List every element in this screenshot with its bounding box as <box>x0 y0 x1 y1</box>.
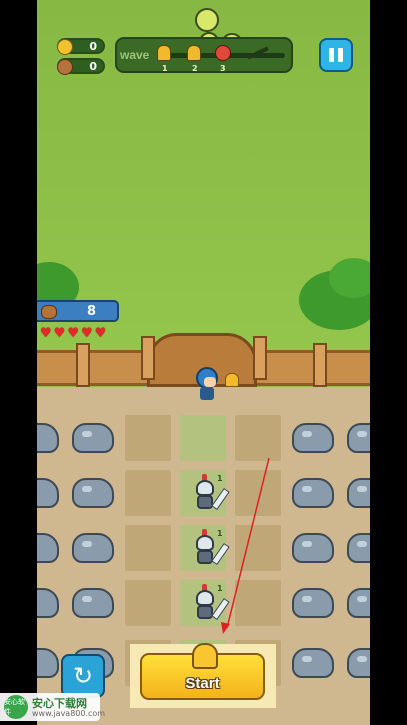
rock-obstacle <box>347 648 370 678</box>
enemy-slime <box>195 8 219 32</box>
knight-level: 1 <box>217 474 223 483</box>
knight-level: 1 <box>217 529 223 538</box>
fence-post <box>313 343 327 387</box>
rock-obstacle <box>292 648 334 678</box>
hero-character <box>195 367 221 401</box>
bell-icon <box>225 373 239 387</box>
board-tile[interactable] <box>235 415 281 461</box>
board-tile[interactable] <box>235 470 281 516</box>
board-tile[interactable] <box>125 415 171 461</box>
rock-obstacle <box>292 588 334 618</box>
bell-icon <box>192 643 218 669</box>
board-tile[interactable] <box>180 415 226 461</box>
coin-icon <box>57 39 73 55</box>
boss-icon <box>215 45 231 61</box>
coin-count: 0 <box>89 39 97 53</box>
rock-obstacle <box>292 423 334 453</box>
heart-icon: ♥ <box>53 326 66 341</box>
game-view: 0 0 wave 1 2 3 8 ♥ ♥ ♥ ♥ ♥ 1 1 1 ↻ Start <box>37 0 370 725</box>
board-tile[interactable] <box>125 470 171 516</box>
rock-obstacle <box>72 533 114 563</box>
rock-obstacle <box>292 478 334 508</box>
meat-count: 0 <box>89 59 97 73</box>
power-badge: 8 <box>37 300 119 322</box>
fence-post <box>76 343 90 387</box>
fence-post <box>253 336 267 380</box>
rock-obstacle <box>347 423 370 453</box>
bell-icon <box>187 45 201 61</box>
wave-marker-2: 2 <box>192 64 198 73</box>
board-tile[interactable] <box>235 525 281 571</box>
knight-unit[interactable]: 1 <box>193 584 230 621</box>
pause-icon <box>338 48 343 62</box>
rock-obstacle <box>72 423 114 453</box>
board-tile[interactable] <box>125 580 171 626</box>
rock-obstacle <box>347 478 370 508</box>
bell-icon <box>157 45 171 61</box>
fence-post <box>141 336 155 380</box>
heart-icon: ♥ <box>94 326 107 341</box>
board-tile[interactable] <box>125 525 171 571</box>
pause-button[interactable] <box>319 38 353 72</box>
wave-label: wave <box>120 48 150 62</box>
knight-level: 1 <box>217 584 223 593</box>
meat-icon <box>41 305 57 319</box>
rock-obstacle <box>72 588 114 618</box>
wave-progress-panel: wave 1 2 3 <box>115 37 293 73</box>
coin-counter: 0 <box>57 38 105 55</box>
rock-obstacle <box>292 533 334 563</box>
pause-icon <box>329 48 334 62</box>
rock-obstacle <box>347 533 370 563</box>
meat-counter: 0 <box>57 58 105 75</box>
wave-marker-1: 1 <box>162 64 168 73</box>
heart-icon: ♥ <box>67 326 79 341</box>
knight-unit[interactable]: 1 <box>193 529 230 566</box>
knight-unit[interactable]: 1 <box>193 474 230 511</box>
meat-icon <box>57 59 73 75</box>
watermark: 安心软件 安心下载网 www.java800.com <box>0 693 105 721</box>
start-button[interactable]: Start <box>140 643 265 700</box>
heart-icon: ♥ <box>40 326 52 341</box>
hearts-bar: ♥ ♥ ♥ ♥ ♥ <box>40 327 106 340</box>
heart-icon: ♥ <box>80 326 93 341</box>
start-label: Start <box>185 675 220 692</box>
watermark-url: www.java800.com <box>32 709 106 718</box>
refresh-icon: ↻ <box>72 662 94 690</box>
watermark-logo: 安心软件 <box>4 695 28 719</box>
start-highlight: Start <box>130 643 276 708</box>
board-tile[interactable] <box>235 580 281 626</box>
wave-marker-3: 3 <box>220 64 226 73</box>
rock-obstacle <box>72 478 114 508</box>
power-value: 8 <box>87 304 97 319</box>
rock-obstacle <box>347 588 370 618</box>
refresh-button[interactable]: ↻ <box>61 654 105 698</box>
